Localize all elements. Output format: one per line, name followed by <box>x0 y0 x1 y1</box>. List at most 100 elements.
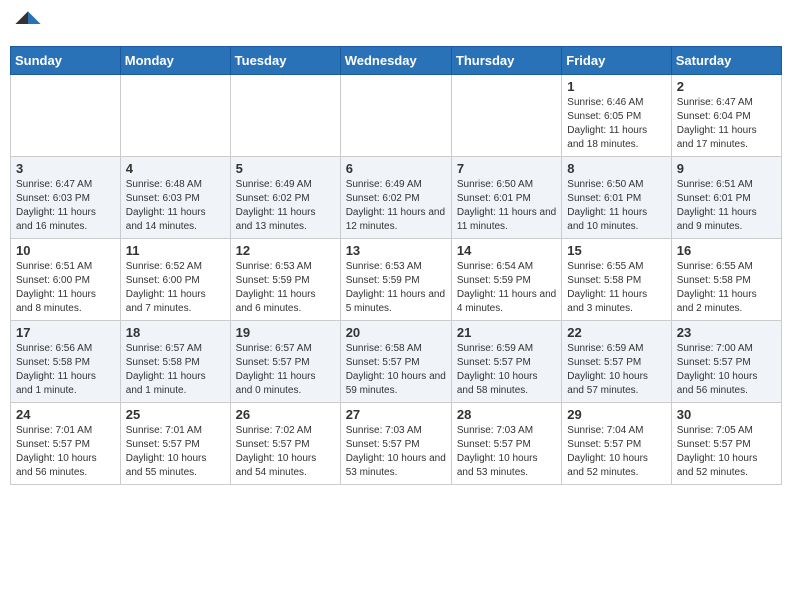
day-number: 16 <box>677 243 776 258</box>
weekday-header-tuesday: Tuesday <box>230 47 340 75</box>
weekday-header-thursday: Thursday <box>451 47 561 75</box>
calendar-cell: 13 Sunrise: 6:53 AM Sunset: 5:59 PM Dayli… <box>340 239 451 321</box>
day-info: Sunrise: 6:47 AM Sunset: 6:04 PM Dayligh… <box>677 96 776 152</box>
day-info: Sunrise: 6:56 AM Sunset: 5:58 PM Dayligh… <box>16 342 115 398</box>
weekday-header-sunday: Sunday <box>11 47 121 75</box>
calendar-table: SundayMondayTuesdayWednesdayThursdayFrid… <box>10 46 782 485</box>
day-info: Sunrise: 6:57 AM Sunset: 5:57 PM Dayligh… <box>236 342 335 398</box>
day-info: Sunrise: 7:03 AM Sunset: 5:57 PM Dayligh… <box>457 424 556 480</box>
day-number: 28 <box>457 407 556 422</box>
calendar-cell: 30 Sunrise: 7:05 AM Sunset: 5:57 PM Dayli… <box>671 403 781 485</box>
day-number: 15 <box>567 243 665 258</box>
calendar-cell <box>451 75 561 157</box>
day-number: 29 <box>567 407 665 422</box>
day-info: Sunrise: 6:54 AM Sunset: 5:59 PM Dayligh… <box>457 260 556 316</box>
day-info: Sunrise: 6:48 AM Sunset: 6:03 PM Dayligh… <box>126 178 225 234</box>
calendar-cell: 4 Sunrise: 6:48 AM Sunset: 6:03 PM Daylig… <box>120 157 230 239</box>
day-number: 4 <box>126 161 225 176</box>
day-info: Sunrise: 7:01 AM Sunset: 5:57 PM Dayligh… <box>126 424 225 480</box>
day-info: Sunrise: 6:49 AM Sunset: 6:02 PM Dayligh… <box>236 178 335 234</box>
day-number: 3 <box>16 161 115 176</box>
day-number: 12 <box>236 243 335 258</box>
calendar-cell: 17 Sunrise: 6:56 AM Sunset: 5:58 PM Dayli… <box>11 321 121 403</box>
day-info: Sunrise: 6:46 AM Sunset: 6:05 PM Dayligh… <box>567 96 665 152</box>
day-info: Sunrise: 7:02 AM Sunset: 5:57 PM Dayligh… <box>236 424 335 480</box>
day-info: Sunrise: 6:49 AM Sunset: 6:02 PM Dayligh… <box>346 178 446 234</box>
logo <box>14 10 44 38</box>
day-number: 30 <box>677 407 776 422</box>
day-info: Sunrise: 6:58 AM Sunset: 5:57 PM Dayligh… <box>346 342 446 398</box>
day-number: 11 <box>126 243 225 258</box>
day-number: 18 <box>126 325 225 340</box>
day-number: 1 <box>567 79 665 94</box>
calendar-cell: 18 Sunrise: 6:57 AM Sunset: 5:58 PM Dayli… <box>120 321 230 403</box>
calendar-cell: 20 Sunrise: 6:58 AM Sunset: 5:57 PM Dayli… <box>340 321 451 403</box>
calendar-cell: 12 Sunrise: 6:53 AM Sunset: 5:59 PM Dayli… <box>230 239 340 321</box>
calendar-cell: 22 Sunrise: 6:59 AM Sunset: 5:57 PM Dayli… <box>562 321 671 403</box>
day-number: 21 <box>457 325 556 340</box>
day-number: 2 <box>677 79 776 94</box>
calendar-cell: 26Sunrise: 7:02 AM Sunset: 5:57 PM Dayli… <box>230 403 340 485</box>
logo-icon <box>14 10 42 38</box>
day-number: 6 <box>346 161 446 176</box>
calendar-cell: 24Sunrise: 7:01 AM Sunset: 5:57 PM Dayli… <box>11 403 121 485</box>
day-number: 27 <box>346 407 446 422</box>
calendar-cell <box>11 75 121 157</box>
day-number: 19 <box>236 325 335 340</box>
calendar-cell: 11 Sunrise: 6:52 AM Sunset: 6:00 PM Dayli… <box>120 239 230 321</box>
day-number: 9 <box>677 161 776 176</box>
weekday-header-friday: Friday <box>562 47 671 75</box>
calendar-cell: 6 Sunrise: 6:49 AM Sunset: 6:02 PM Daylig… <box>340 157 451 239</box>
calendar-cell: 8Sunrise: 6:50 AM Sunset: 6:01 PM Daylig… <box>562 157 671 239</box>
day-info: Sunrise: 6:53 AM Sunset: 5:59 PM Dayligh… <box>346 260 446 316</box>
day-info: Sunrise: 6:51 AM Sunset: 6:00 PM Dayligh… <box>16 260 115 316</box>
calendar-cell: 2 Sunrise: 6:47 AM Sunset: 6:04 PM Daylig… <box>671 75 781 157</box>
day-info: Sunrise: 7:00 AM Sunset: 5:57 PM Dayligh… <box>677 342 776 398</box>
calendar-cell <box>120 75 230 157</box>
weekday-header-saturday: Saturday <box>671 47 781 75</box>
calendar-cell: 3 Sunrise: 6:47 AM Sunset: 6:03 PM Daylig… <box>11 157 121 239</box>
day-info: Sunrise: 6:57 AM Sunset: 5:58 PM Dayligh… <box>126 342 225 398</box>
week-row-1: 1 Sunrise: 6:46 AM Sunset: 6:05 PM Daylig… <box>11 75 782 157</box>
calendar-cell: 21 Sunrise: 6:59 AM Sunset: 5:57 PM Dayli… <box>451 321 561 403</box>
day-number: 22 <box>567 325 665 340</box>
calendar-cell: 5 Sunrise: 6:49 AM Sunset: 6:02 PM Daylig… <box>230 157 340 239</box>
day-number: 7 <box>457 161 556 176</box>
calendar-cell: 10Sunrise: 6:51 AM Sunset: 6:00 PM Dayli… <box>11 239 121 321</box>
calendar-cell: 19 Sunrise: 6:57 AM Sunset: 5:57 PM Dayli… <box>230 321 340 403</box>
day-info: Sunrise: 6:55 AM Sunset: 5:58 PM Dayligh… <box>567 260 665 316</box>
day-number: 20 <box>346 325 446 340</box>
day-number: 23 <box>677 325 776 340</box>
day-number: 25 <box>126 407 225 422</box>
calendar-cell: 16Sunrise: 6:55 AM Sunset: 5:58 PM Dayli… <box>671 239 781 321</box>
calendar-header: SundayMondayTuesdayWednesdayThursdayFrid… <box>11 47 782 75</box>
calendar-cell: 27Sunrise: 7:03 AM Sunset: 5:57 PM Dayli… <box>340 403 451 485</box>
weekday-header-monday: Monday <box>120 47 230 75</box>
day-info: Sunrise: 6:52 AM Sunset: 6:00 PM Dayligh… <box>126 260 225 316</box>
day-number: 17 <box>16 325 115 340</box>
week-row-2: 3 Sunrise: 6:47 AM Sunset: 6:03 PM Daylig… <box>11 157 782 239</box>
calendar-cell: 15 Sunrise: 6:55 AM Sunset: 5:58 PM Dayli… <box>562 239 671 321</box>
day-info: Sunrise: 6:47 AM Sunset: 6:03 PM Dayligh… <box>16 178 115 234</box>
day-number: 5 <box>236 161 335 176</box>
day-number: 8 <box>567 161 665 176</box>
day-info: Sunrise: 7:01 AM Sunset: 5:57 PM Dayligh… <box>16 424 115 480</box>
calendar-cell <box>340 75 451 157</box>
calendar-cell: 23 Sunrise: 7:00 AM Sunset: 5:57 PM Dayli… <box>671 321 781 403</box>
day-number: 14 <box>457 243 556 258</box>
day-info: Sunrise: 7:05 AM Sunset: 5:57 PM Dayligh… <box>677 424 776 480</box>
day-info: Sunrise: 7:04 AM Sunset: 5:57 PM Dayligh… <box>567 424 665 480</box>
calendar-cell <box>230 75 340 157</box>
day-number: 13 <box>346 243 446 258</box>
calendar-cell: 28 Sunrise: 7:03 AM Sunset: 5:57 PM Dayli… <box>451 403 561 485</box>
day-info: Sunrise: 6:59 AM Sunset: 5:57 PM Dayligh… <box>567 342 665 398</box>
day-info: Sunrise: 6:53 AM Sunset: 5:59 PM Dayligh… <box>236 260 335 316</box>
calendar-cell: 29 Sunrise: 7:04 AM Sunset: 5:57 PM Dayli… <box>562 403 671 485</box>
calendar-body: 1 Sunrise: 6:46 AM Sunset: 6:05 PM Daylig… <box>11 75 782 485</box>
calendar-cell: 7Sunrise: 6:50 AM Sunset: 6:01 PM Daylig… <box>451 157 561 239</box>
week-row-4: 17 Sunrise: 6:56 AM Sunset: 5:58 PM Dayli… <box>11 321 782 403</box>
weekday-header-wednesday: Wednesday <box>340 47 451 75</box>
day-info: Sunrise: 6:59 AM Sunset: 5:57 PM Dayligh… <box>457 342 556 398</box>
page-header <box>10 10 782 38</box>
week-row-5: 24Sunrise: 7:01 AM Sunset: 5:57 PM Dayli… <box>11 403 782 485</box>
